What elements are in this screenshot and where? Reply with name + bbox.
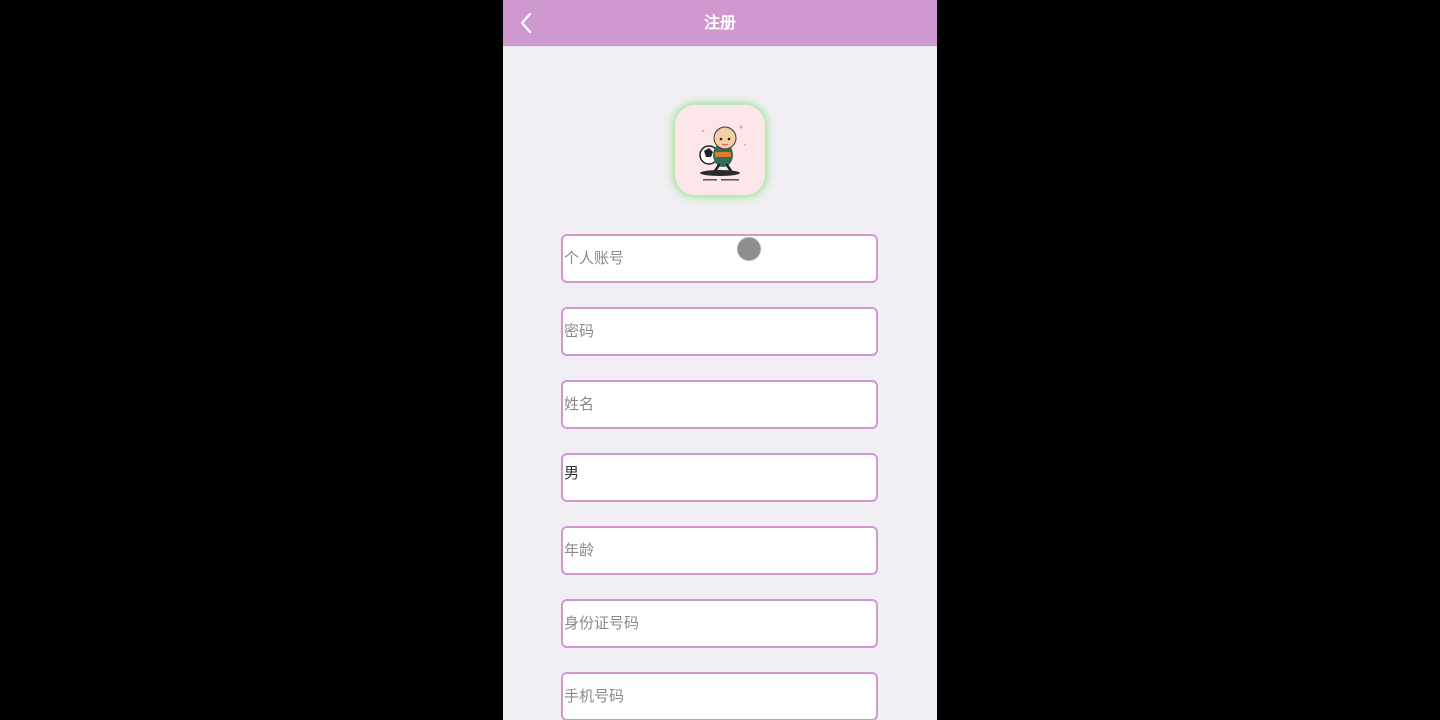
password-placeholder: 密码 bbox=[564, 322, 595, 340]
page-title: 注册 bbox=[703, 13, 736, 32]
password-input[interactable]: 密码 bbox=[561, 307, 878, 356]
phone-screen: 注册 个人账号 密码 姓名 男 年龄 身份证号码 手机号码 bbox=[503, 0, 937, 720]
phone-number-input[interactable]: 手机号码 bbox=[561, 672, 878, 720]
touch-indicator bbox=[737, 237, 761, 261]
age-placeholder: 年龄 bbox=[564, 541, 595, 559]
gender-value: 男 bbox=[564, 464, 580, 482]
account-placeholder: 个人账号 bbox=[564, 249, 625, 267]
id-number-input[interactable]: 身份证号码 bbox=[561, 599, 878, 648]
navigation-bar: 注册 bbox=[503, 0, 937, 47]
account-input[interactable]: 个人账号 bbox=[561, 234, 878, 283]
name-placeholder: 姓名 bbox=[564, 395, 595, 413]
app-logo-icon bbox=[675, 105, 765, 195]
name-input[interactable]: 姓名 bbox=[561, 380, 878, 429]
gender-input[interactable]: 男 bbox=[561, 453, 878, 502]
phone-number-placeholder: 手机号码 bbox=[564, 687, 625, 705]
age-input[interactable]: 年龄 bbox=[561, 526, 878, 575]
id-number-placeholder: 身份证号码 bbox=[564, 614, 640, 632]
